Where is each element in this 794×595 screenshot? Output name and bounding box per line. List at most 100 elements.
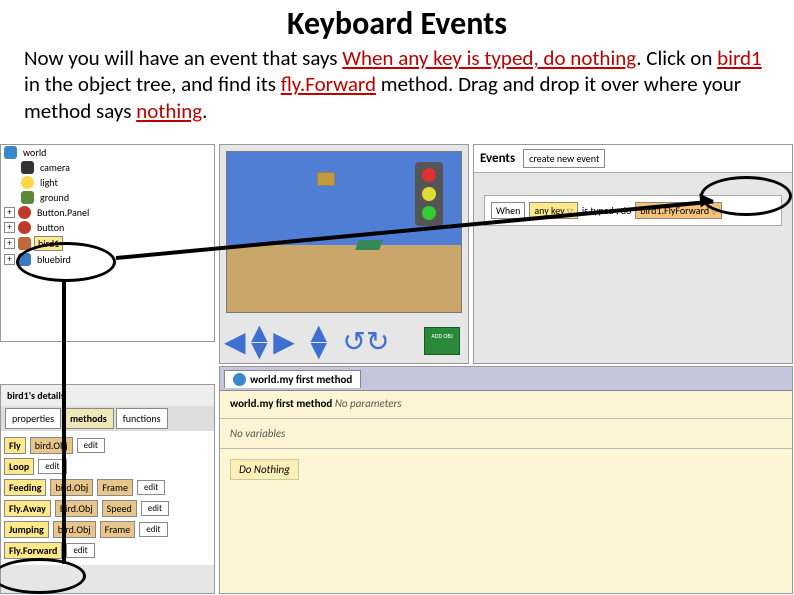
tree-world[interactable]: world [1, 145, 214, 160]
scene-panel: ◀ ▲ ▼ ▶ ▲ ▼ ↺ ↻ ADD OBJ [219, 144, 469, 364]
tree-button[interactable]: + button [1, 220, 214, 235]
text-red-3: fly.Forward [281, 71, 376, 97]
method-param-tile: bird.Obj [53, 521, 96, 538]
chevron-down-icon: ▽ [567, 207, 573, 217]
details-title: bird1's details [1, 385, 214, 406]
edit-button[interactable]: edit [66, 543, 94, 558]
method-name-tile[interactable]: Fly.Forward [4, 542, 62, 559]
method-name-tile[interactable]: Fly [4, 437, 26, 454]
text-part: in the object tree, and find its [24, 71, 281, 97]
tab-functions[interactable]: functions [116, 408, 168, 429]
yellow-light-icon [422, 187, 436, 201]
method-name-tile[interactable]: Feeding [4, 479, 46, 496]
method-row[interactable]: Fly.Awaybird.ObjSpeed edit [4, 498, 211, 519]
method-row[interactable]: Fly.Forward edit [4, 540, 211, 561]
rotate-left-icon[interactable]: ↺ [343, 324, 366, 359]
method-param-tile: Frame [100, 521, 136, 538]
scene-traffic-light [415, 162, 443, 226]
event-when: When [491, 202, 525, 219]
details-panel: bird1's details properties methods funct… [0, 384, 215, 594]
expand-icon[interactable]: + [4, 222, 15, 233]
method-row[interactable]: Flybird.Objedit [4, 435, 211, 456]
red-light-icon [422, 168, 436, 182]
tree-light[interactable]: light [1, 175, 214, 190]
events-panel: Events create new event When any key▽ is… [473, 144, 793, 364]
tree-label: Button.Panel [34, 206, 92, 219]
tree-button-panel[interactable]: + Button.Panel [1, 205, 214, 220]
method-param-tile: Frame [97, 479, 133, 496]
object-tree[interactable]: world camera light ground +Button.Panel … [0, 144, 215, 342]
arrow-down-icon[interactable]: ▼ [246, 342, 274, 359]
create-new-event-button[interactable]: create new event [523, 149, 605, 168]
method-name-tile[interactable]: Fly.Away [4, 500, 51, 517]
event-key-dropdown[interactable]: any key▽ [529, 202, 577, 219]
text-part: . Click on [636, 45, 717, 71]
method-param-tile: bird.Obj [50, 479, 93, 496]
details-tabs: properties methods functions [1, 406, 214, 431]
editor-tab-label: world.my first method [250, 373, 352, 386]
arrow-down-icon[interactable]: ▼ [305, 342, 333, 359]
tab-methods[interactable]: methods [63, 408, 114, 429]
world-icon [233, 373, 246, 386]
arrow-left-icon[interactable]: ◀ [224, 324, 246, 359]
edit-button[interactable]: edit [141, 501, 169, 516]
scene-viewport[interactable] [226, 151, 462, 313]
camera-icon [21, 161, 34, 174]
tab-properties[interactable]: properties [5, 408, 61, 429]
editor-no-variables: No variables [230, 423, 782, 444]
event-row[interactable]: When any key▽ is typed , do bird1.FlyFor… [484, 195, 782, 226]
editor-body[interactable]: world.my first method No parameters No v… [220, 391, 792, 593]
expand-icon[interactable]: + [4, 254, 15, 265]
tree-label: camera [37, 161, 73, 174]
method-name-tile[interactable]: Loop [4, 458, 34, 475]
edit-button[interactable]: edit [139, 522, 167, 537]
tree-bird1[interactable]: + bird1 [1, 235, 214, 252]
arrow-right-icon[interactable]: ▶ [273, 324, 295, 359]
camera-controls[interactable]: ◀ ▲ ▼ ▶ ▲ ▼ ↺ ↻ [224, 324, 389, 359]
event-is-typed: is typed , do [582, 204, 631, 217]
tree-label: button [34, 221, 67, 234]
method-row[interactable]: Feedingbird.ObjFrame edit [4, 477, 211, 498]
event-target-method[interactable]: bird1.FlyForward▽ [635, 202, 722, 219]
do-nothing-tile[interactable]: Do Nothing [230, 459, 299, 480]
text-red-1: When any key is typed, do nothing [342, 45, 636, 71]
light-icon [21, 176, 34, 189]
world-icon [4, 146, 17, 159]
editor-tab[interactable]: world.my first method [224, 370, 361, 388]
method-row[interactable]: Loop edit [4, 456, 211, 477]
expand-icon[interactable]: + [4, 238, 15, 249]
add-objects-button[interactable]: ADD OBJ [424, 327, 460, 355]
chevron-down-icon: ▽ [711, 207, 717, 217]
tree-label: light [37, 176, 61, 189]
tree-label: world [20, 146, 49, 159]
editor-signature: world.my first method No parameters [230, 397, 782, 414]
method-name-tile[interactable]: Jumping [4, 521, 49, 538]
text-red-2: bird1 [717, 45, 762, 71]
tree-ground[interactable]: ground [1, 190, 214, 205]
edit-button[interactable]: edit [77, 438, 105, 453]
text-part: Now you will have an event that says [24, 45, 342, 71]
bird-icon [18, 237, 31, 250]
method-param-tile: bird.Obj [55, 500, 98, 517]
edit-button[interactable]: edit [38, 459, 66, 474]
tree-label: bluebird [34, 253, 74, 266]
edit-button[interactable]: edit [137, 480, 165, 495]
method-row[interactable]: Jumpingbird.ObjFrameedit [4, 519, 211, 540]
text-part: . [202, 98, 207, 124]
slide-title: Keyboard Events [0, 0, 794, 43]
method-param-tile: Speed [102, 500, 137, 517]
panel-icon [18, 206, 31, 219]
events-header: Events create new event [474, 145, 792, 173]
method-editor: world.my first method world.my first met… [219, 366, 793, 594]
expand-icon[interactable]: + [4, 207, 15, 218]
tree-label: ground [37, 191, 72, 204]
slide-paragraph: Now you will have an event that says Whe… [0, 43, 794, 132]
events-title: Events [480, 151, 515, 166]
rotate-right-icon[interactable]: ↻ [366, 324, 389, 359]
green-light-icon [422, 206, 436, 220]
editor-tabbar: world.my first method [220, 367, 792, 391]
tree-label-selected: bird1 [34, 236, 63, 251]
scene-helicopter [355, 240, 383, 250]
tree-bluebird[interactable]: + bluebird [1, 252, 214, 267]
tree-camera[interactable]: camera [1, 160, 214, 175]
